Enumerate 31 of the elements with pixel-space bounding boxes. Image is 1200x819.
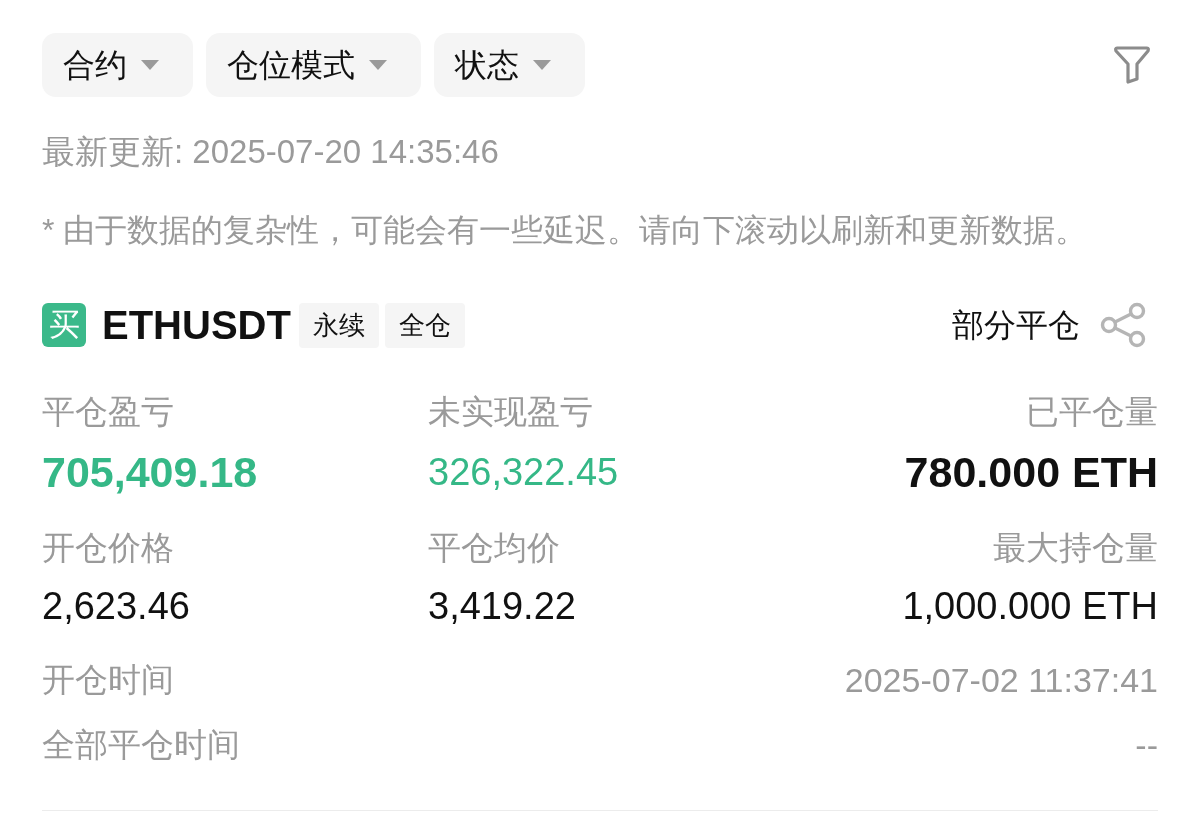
stat-value: 2,623.46 bbox=[42, 584, 191, 629]
detail-label: 开仓时间 bbox=[42, 660, 174, 700]
symbol-text: ETHUSDT bbox=[102, 305, 291, 345]
stat-value: 3,419.22 bbox=[428, 584, 577, 629]
buy-side-badge: 买 bbox=[42, 303, 86, 347]
notice-text: * 由于数据的复杂性，可能会有一些延迟。请向下滚动以刷新和更新数据。 bbox=[42, 211, 1089, 250]
stat-label: 平仓均价 bbox=[428, 528, 561, 568]
stat-label: 已平仓量 bbox=[1025, 392, 1158, 432]
stat-value: 1,000.000 ETH bbox=[902, 584, 1158, 629]
filter-dropdown[interactable]: 仓位模式 bbox=[206, 33, 421, 97]
stat-label: 最大持仓量 bbox=[992, 528, 1158, 568]
filter-dropdown[interactable]: 合约 bbox=[42, 33, 193, 97]
stat-label: 未实现盈亏 bbox=[428, 392, 594, 432]
detail-label: 全部平仓时间 bbox=[42, 725, 240, 765]
partial-close-button[interactable]: 部分平仓 bbox=[952, 305, 1080, 345]
caret-icon bbox=[141, 60, 159, 70]
share-icon[interactable] bbox=[1100, 302, 1148, 348]
filter-dropdown[interactable]: 状态 bbox=[434, 33, 585, 97]
stat-value: 705,409.18 bbox=[42, 447, 259, 497]
stat-label: 开仓价格 bbox=[42, 528, 175, 568]
stat-value: 326,322.45 bbox=[428, 450, 620, 495]
detail-value: -- bbox=[1135, 725, 1158, 766]
filter-icon[interactable] bbox=[1114, 45, 1150, 85]
position-tag: 全仓 bbox=[384, 302, 465, 348]
stat-value: 780.000 ETH bbox=[903, 447, 1158, 497]
detail-value: 2025-07-02 11:37:41 bbox=[844, 660, 1158, 701]
stat-label: 平仓盈亏 bbox=[42, 392, 175, 432]
caret-icon bbox=[533, 60, 551, 70]
last-updated-text: 最新更新: 2025-07-20 14:35:46 bbox=[42, 132, 500, 172]
position-tag: 永续 bbox=[298, 302, 379, 348]
caret-icon bbox=[369, 60, 387, 70]
